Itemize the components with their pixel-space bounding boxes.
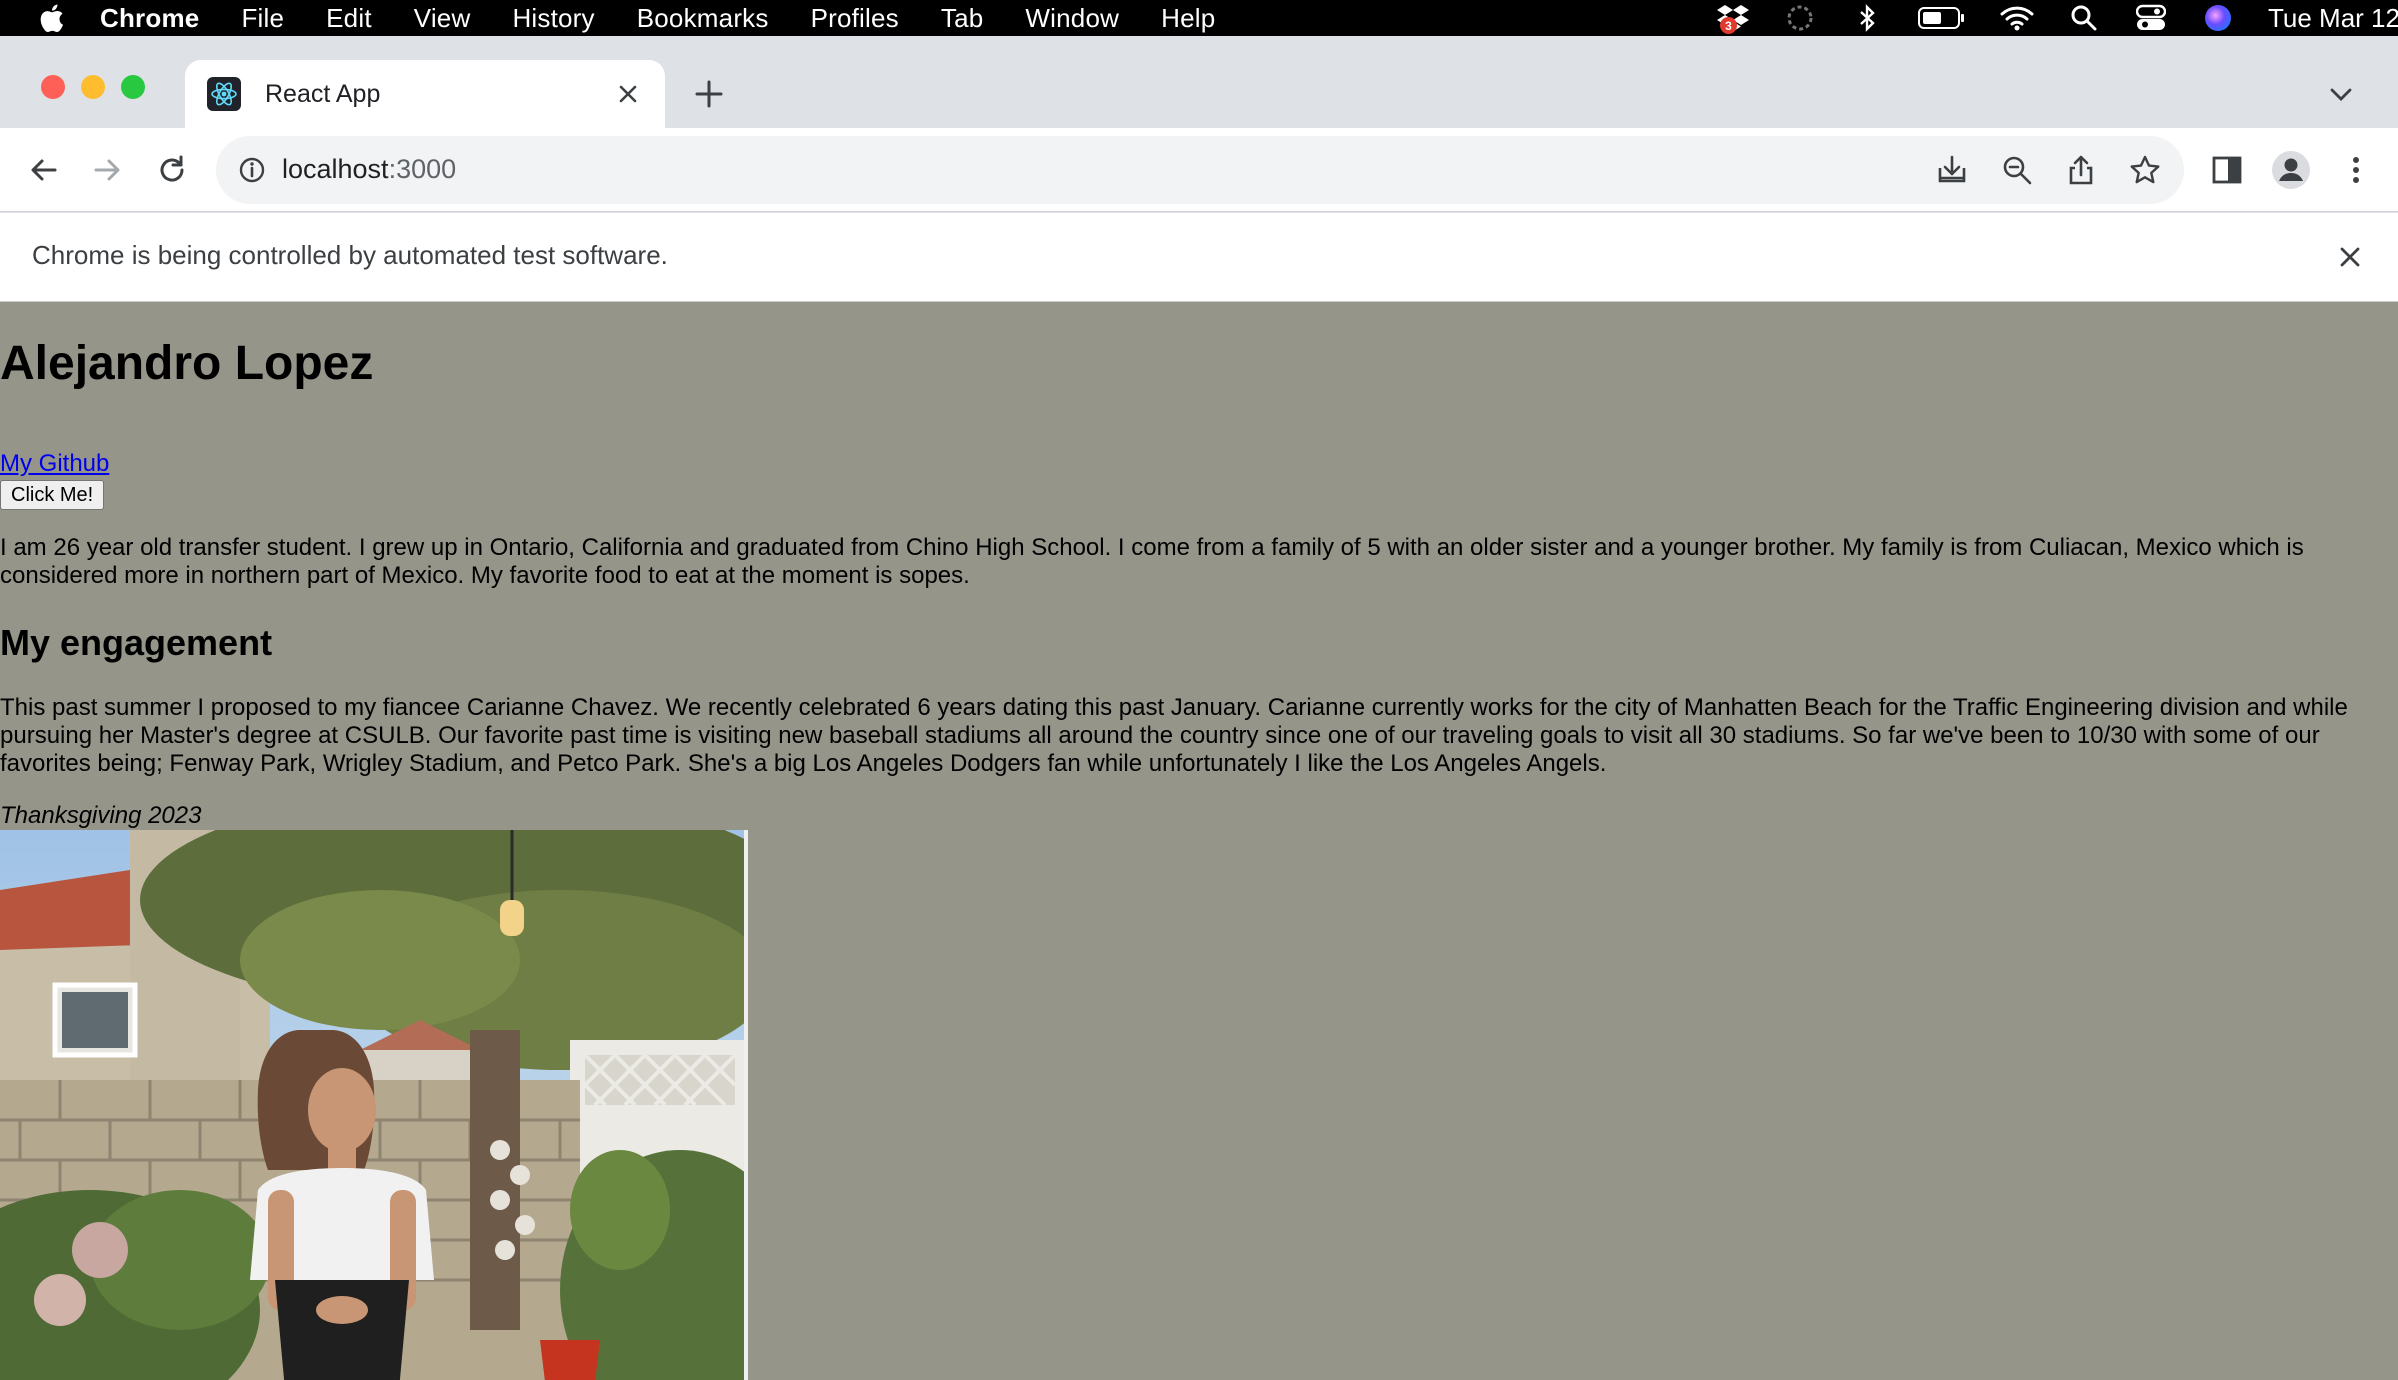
profile-avatar-icon[interactable] — [2267, 146, 2315, 194]
infobar-message: Chrome is being controlled by automated … — [32, 240, 668, 270]
menu-profiles[interactable]: Profiles — [811, 3, 899, 34]
side-panel-icon[interactable] — [2203, 146, 2251, 194]
menu-window[interactable]: Window — [1025, 3, 1119, 34]
infobar-close-icon[interactable] — [2332, 239, 2368, 275]
menu-history[interactable]: History — [512, 3, 594, 34]
bluetooth-icon[interactable] — [1850, 3, 1884, 33]
menu-view[interactable]: View — [414, 3, 471, 34]
wifi-icon[interactable] — [2000, 3, 2034, 33]
install-app-icon[interactable] — [1932, 150, 1972, 190]
back-arrow-icon[interactable] — [20, 146, 68, 194]
engagement-heading: My engagement — [0, 622, 273, 663]
menu-clock[interactable]: Tue Mar 12 — [2268, 3, 2398, 34]
browser-toolbar: localhost:3000 — [0, 128, 2398, 212]
chrome-menu-icon[interactable] — [2332, 146, 2380, 194]
tab-react-app[interactable]: React App — [185, 60, 665, 128]
click-me-button[interactable]: Click Me! — [0, 480, 105, 510]
new-tab-icon[interactable] — [692, 77, 726, 111]
automation-infobar: Chrome is being controlled by automated … — [0, 213, 2398, 302]
menu-help[interactable]: Help — [1161, 3, 1215, 34]
address-host: localhost — [282, 154, 389, 184]
page-content: Alejandro Lopez My Github Click Me! I am… — [0, 302, 2398, 1380]
menu-app-chrome[interactable]: Chrome — [100, 3, 199, 34]
focus-moon-icon[interactable] — [1783, 3, 1817, 33]
menu-tab[interactable]: Tab — [941, 3, 984, 34]
github-link[interactable]: My Github — [0, 450, 109, 478]
bookmark-star-icon[interactable] — [2125, 150, 2165, 190]
tab-strip: React App — [0, 44, 2398, 128]
address-url[interactable]: localhost:3000 — [282, 154, 456, 185]
dropbox-badge: 3 — [1720, 17, 1737, 34]
address-bar[interactable]: localhost:3000 — [216, 136, 2184, 204]
spotlight-search-icon[interactable] — [2067, 3, 2101, 33]
macos-menu-bar: Chrome File Edit View History Bookmarks … — [0, 0, 2398, 36]
page-title: Alejandro Lopez — [0, 337, 374, 390]
dropbox-icon[interactable]: 3 — [1716, 3, 1750, 34]
intro-paragraph: I am 26 year old transfer student. I gre… — [0, 534, 2304, 589]
forward-arrow-icon[interactable] — [83, 146, 131, 194]
share-icon[interactable] — [2061, 150, 2101, 190]
reload-icon[interactable] — [148, 146, 196, 194]
react-favicon-icon — [207, 77, 241, 111]
zoom-out-icon[interactable] — [1997, 150, 2037, 190]
apple-icon[interactable] — [38, 3, 66, 33]
control-center-icon[interactable] — [2134, 3, 2168, 33]
tab-search-chevron-icon[interactable] — [2324, 77, 2358, 111]
siri-icon[interactable] — [2201, 3, 2235, 33]
address-port: :3000 — [388, 154, 457, 184]
menu-bookmarks[interactable]: Bookmarks — [637, 3, 769, 34]
site-info-icon[interactable] — [236, 154, 268, 186]
window-minimize-button[interactable] — [81, 75, 105, 99]
engagement-paragraph: This past summer I proposed to my fiance… — [0, 694, 2348, 777]
window-zoom-button[interactable] — [121, 75, 145, 99]
photo-caption: Thanksgiving 2023 — [0, 802, 202, 829]
engagement-photo — [0, 830, 748, 1380]
window-close-button[interactable] — [41, 75, 65, 99]
tab-close-icon[interactable] — [615, 81, 641, 107]
battery-icon[interactable] — [1917, 3, 1967, 33]
tab-title: React App — [265, 79, 381, 108]
menu-file[interactable]: File — [241, 3, 284, 34]
menu-edit[interactable]: Edit — [326, 3, 372, 34]
